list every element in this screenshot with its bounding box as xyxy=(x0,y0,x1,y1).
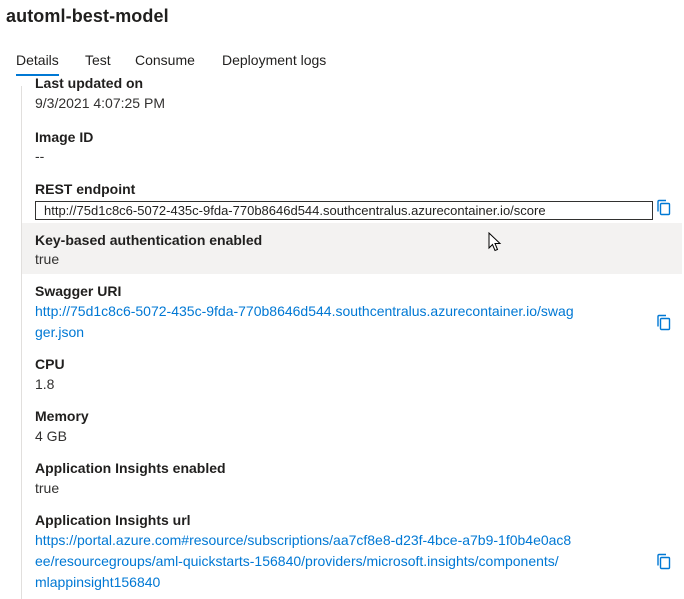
mouse-pointer-icon xyxy=(488,232,502,252)
swagger-link-line-2[interactable]: ger.json xyxy=(35,322,574,343)
copy-icon[interactable] xyxy=(656,199,672,217)
swagger-link[interactable]: http://75d1c8c6-5072-435c-9fda-770b8646d… xyxy=(35,301,574,343)
image-id-value: -- xyxy=(35,148,45,164)
rest-endpoint-field[interactable]: http://75d1c8c6-5072-435c-9fda-770b8646d… xyxy=(35,201,653,220)
deployment-details-page: automl-best-model Details Test Consume D… xyxy=(0,0,684,599)
cpu-value: 1.8 xyxy=(35,376,55,392)
swagger-section: Swagger URI http://75d1c8c6-5072-435c-9f… xyxy=(22,283,682,345)
app-insights-url-label: Application Insights url xyxy=(35,512,191,528)
last-updated-section: Last updated on 9/3/2021 4:07:25 PM xyxy=(22,78,682,120)
app-insights-link-line-2[interactable]: ee/resourcegroups/aml-quickstarts-156840… xyxy=(35,551,571,572)
app-insights-enabled-label: Application Insights enabled xyxy=(35,460,226,476)
app-insights-url-section: Application Insights url https://portal.… xyxy=(22,512,682,598)
tab-test[interactable]: Test xyxy=(85,52,111,68)
image-id-section: Image ID -- xyxy=(22,128,682,172)
app-insights-link-line-1[interactable]: https://portal.azure.com#resource/subscr… xyxy=(35,530,571,551)
tab-details[interactable]: Details xyxy=(16,52,59,76)
memory-section: Memory 4 GB xyxy=(22,408,682,452)
swagger-link-line-1[interactable]: http://75d1c8c6-5072-435c-9fda-770b8646d… xyxy=(35,301,574,322)
cpu-section: CPU 1.8 xyxy=(22,356,682,400)
app-insights-link-line-3[interactable]: mlappinsight156840 xyxy=(35,572,571,593)
app-insights-enabled-value: true xyxy=(35,480,60,496)
rest-endpoint-section: REST endpoint http://75d1c8c6-5072-435c-… xyxy=(22,180,682,220)
copy-icon[interactable] xyxy=(656,314,672,332)
image-id-label: Image ID xyxy=(35,129,94,145)
key-auth-label: Key-based authentication enabled xyxy=(35,232,263,248)
page-title: automl-best-model xyxy=(6,6,169,26)
tab-consume[interactable]: Consume xyxy=(135,52,195,68)
tab-bar: Details Test Consume Deployment logs xyxy=(0,48,684,78)
swagger-label: Swagger URI xyxy=(35,283,122,299)
copy-icon[interactable] xyxy=(656,553,672,571)
app-insights-link[interactable]: https://portal.azure.com#resource/subscr… xyxy=(35,530,571,593)
memory-label: Memory xyxy=(35,408,89,424)
last-updated-value: 9/3/2021 4:07:25 PM xyxy=(35,95,165,111)
key-auth-section: Key-based authentication enabled true xyxy=(22,223,682,274)
memory-value: 4 GB xyxy=(35,428,67,444)
last-updated-label: Last updated on xyxy=(35,78,144,91)
rest-endpoint-label: REST endpoint xyxy=(35,181,136,197)
app-insights-enabled-section: Application Insights enabled true xyxy=(22,460,682,504)
tab-deployment-logs[interactable]: Deployment logs xyxy=(222,52,326,68)
key-auth-value: true xyxy=(35,251,60,267)
cpu-label: CPU xyxy=(35,356,65,372)
